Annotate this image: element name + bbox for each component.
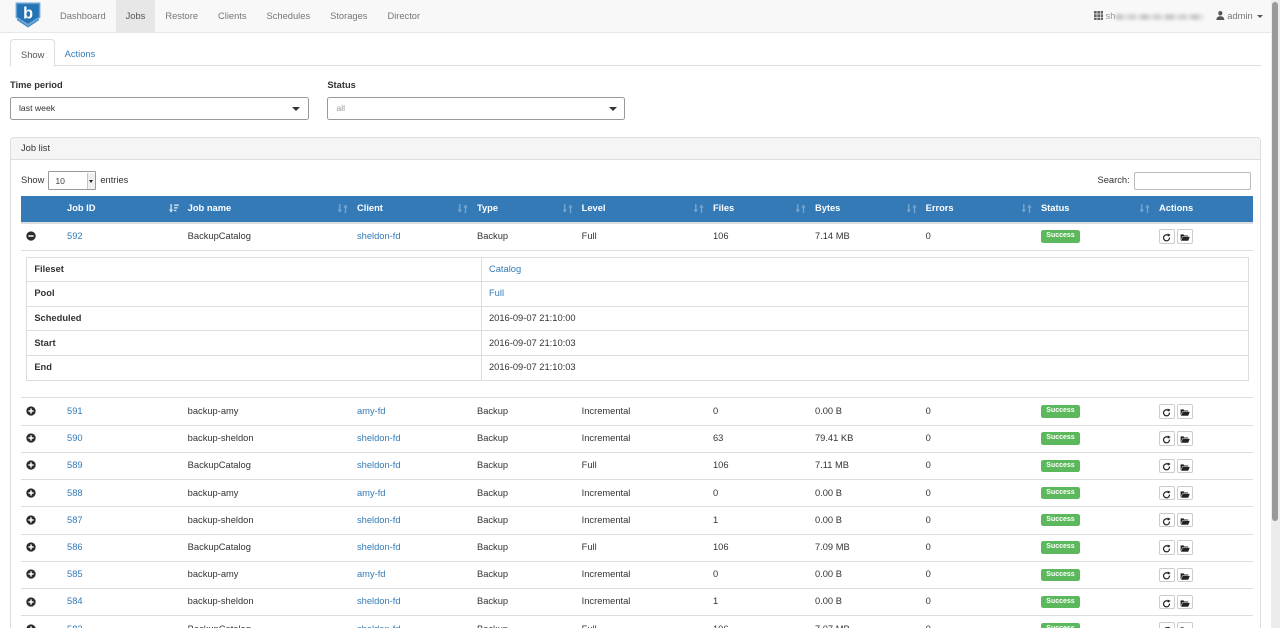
svg-text:b: b (23, 4, 33, 22)
